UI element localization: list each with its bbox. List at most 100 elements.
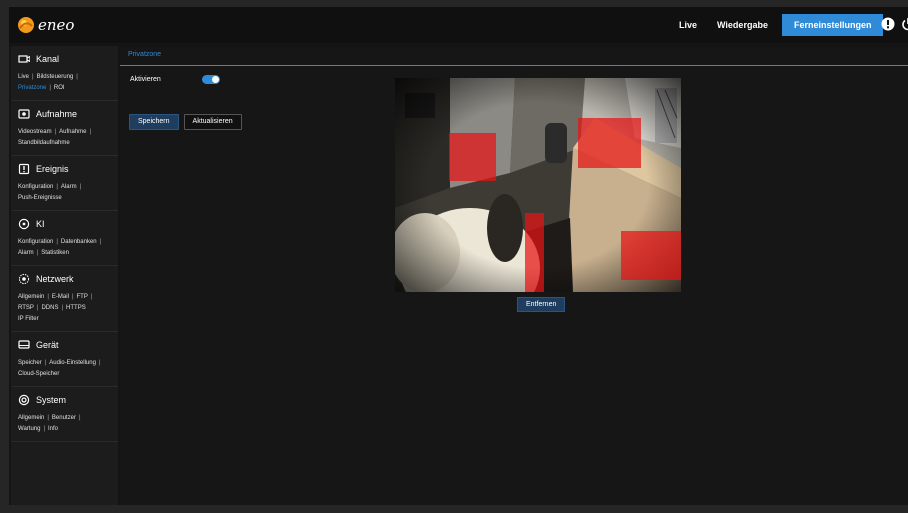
main-content: Privatzone Aktivieren Speichern Aktualis… (120, 47, 908, 505)
sidebar-link-row: Live | Bildsteuerung | (18, 72, 113, 83)
link-separator: | (56, 239, 58, 245)
sidebar-section-title: System (36, 394, 67, 405)
sidebar-link-row: Wartung | Info (18, 424, 113, 435)
sidebar-link-row: Allgemein | Benutzer | (18, 413, 113, 424)
main-navigation: Live Wiedergabe Ferneinstellungen (669, 7, 884, 43)
sidebar-links: Speicher | Audio-Einstellung | Cloud-Speiche… (18, 358, 113, 380)
remove-button[interactable]: Entfernen (517, 297, 566, 312)
sidebar-link-videostream[interactable]: Videostream (18, 129, 52, 135)
sidebar-link-push-ereignisse[interactable]: Push-Ereignisse (18, 195, 62, 201)
sidebar-section-device: Gerät Speicher | Audio-Einstellung | Cloud-Sp… (11, 332, 118, 387)
sidebar-links: Konfiguration | Alarm | Push-Ereignisse (18, 182, 113, 204)
link-separator: | (61, 305, 64, 311)
refresh-button[interactable]: Aktualisieren (183, 114, 242, 130)
camera-icon (18, 54, 30, 63)
sidebar-link-konfiguration[interactable]: Konfiguration (18, 239, 53, 245)
sidebar-link-standbildaufnahme[interactable]: Standbildaufnahme (18, 140, 70, 146)
sidebar-link-row: Cloud-Speicher (18, 369, 113, 380)
sidebar-link-row: Allgemein | E-Mail | FTP | (18, 292, 113, 303)
ai-icon (18, 218, 30, 229)
sidebar-section-ai: KI Konfiguration | Datenbanken | Alarm | Statis… (11, 211, 118, 266)
enable-toggle[interactable] (202, 75, 220, 84)
power-icon[interactable] (901, 17, 908, 31)
brand-logo[interactable]: eneo (17, 13, 74, 37)
sidebar-link-row: Konfiguration | Alarm | (18, 182, 113, 193)
eneo-logo-icon (18, 17, 34, 33)
sidebar-section-header[interactable]: Aufnahme (18, 105, 113, 122)
save-button[interactable]: Speichern (129, 114, 179, 130)
sidebar-link-audio-einstellung[interactable]: Audio-Einstellung (49, 360, 96, 366)
sidebar-link-allgemein[interactable]: Allgemein (18, 294, 44, 300)
tab-bar: Privatzone (120, 47, 908, 66)
sidebar-link-row: Videostream | Aufnahme | (18, 127, 113, 138)
sidebar-link-allgemein[interactable]: Allgemein (18, 415, 44, 421)
top-icons (881, 17, 908, 31)
sidebar-section-title: Aufnahme (36, 108, 78, 119)
sidebar-link-info[interactable]: Info (48, 426, 58, 432)
sidebar-link-ip-filter[interactable]: IP Filter (18, 316, 39, 322)
action-buttons: Speichern Aktualisieren (129, 114, 242, 130)
sidebar-link-live[interactable]: Live (18, 74, 29, 80)
link-separator: | (32, 74, 34, 80)
privacy-zone-mask[interactable] (578, 118, 641, 168)
enable-row: Aktivieren (130, 75, 220, 84)
sidebar-links: Allgemein | Benutzer | Wartung | Info (18, 413, 113, 435)
sidebar-link-rtsp[interactable]: RTSP (18, 305, 34, 311)
link-separator: | (99, 239, 102, 245)
link-separator: | (71, 294, 74, 300)
sidebar-link-privatzone[interactable]: Privatzone (18, 85, 46, 91)
sidebar-link-konfiguration[interactable]: Konfiguration (18, 184, 53, 190)
top-bar: eneo Live Wiedergabe Ferneinstellungen (9, 7, 908, 43)
sidebar-link-ddns[interactable]: DDNS (41, 305, 58, 311)
sidebar-link-row: Konfiguration | Datenbanken | (18, 237, 113, 248)
sidebar-section-header[interactable]: Ereignis (18, 160, 113, 177)
privacy-zone-mask[interactable] (525, 213, 544, 292)
sidebar-link-ftp[interactable]: FTP (77, 294, 88, 300)
sidebar-link-datenbanken[interactable]: Datenbanken (61, 239, 97, 245)
link-separator: | (47, 415, 49, 421)
link-separator: | (98, 360, 101, 366)
nav-playback[interactable]: Wiedergabe (707, 14, 778, 36)
sidebar-section-event: Ereignis Konfiguration | Alarm | Push-Ereigni… (11, 156, 118, 211)
sidebar-link-alarm[interactable]: Alarm (61, 184, 77, 190)
nav-remote-settings[interactable]: Ferneinstellungen (781, 14, 884, 36)
sidebar-link-e-mail[interactable]: E-Mail (52, 294, 69, 300)
link-separator: | (89, 129, 92, 135)
settings-sidebar: Kanal Live | Bildsteuerung | Privatzone | ROI Au… (11, 46, 118, 505)
sidebar-link-row: IP Filter (18, 314, 113, 325)
sidebar-link-statistiken[interactable]: Statistiken (41, 250, 69, 256)
sidebar-link-https[interactable]: HTTPS (66, 305, 86, 311)
sidebar-link-roi[interactable]: ROI (54, 85, 65, 91)
sidebar-section-camera: Kanal Live | Bildsteuerung | Privatzone | ROI (11, 46, 118, 101)
sidebar-link-row: Privatzone | ROI (18, 83, 113, 94)
nav-live[interactable]: Live (669, 14, 707, 36)
sidebar-links: Konfiguration | Datenbanken | Alarm | Statisti… (18, 237, 113, 259)
sidebar-section-system: System Allgemein | Benutzer | Wartung | Info (11, 387, 118, 442)
sidebar-section-header[interactable]: KI (18, 215, 113, 232)
sidebar-section-title: Gerät (36, 339, 59, 350)
sidebar-links: Videostream | Aufnahme | Standbildaufnahme (18, 127, 113, 149)
link-separator: | (90, 294, 93, 300)
sidebar-link-bildsteuerung[interactable]: Bildsteuerung (37, 74, 74, 80)
sidebar-link-speicher[interactable]: Speicher (18, 360, 42, 366)
sidebar-section-header[interactable]: Kanal (18, 50, 113, 67)
sidebar-section-header[interactable]: System (18, 391, 113, 408)
system-icon (18, 394, 30, 405)
sidebar-link-benutzer[interactable]: Benutzer (52, 415, 76, 421)
tab-privacy-zone[interactable]: Privatzone (128, 51, 161, 58)
link-separator: | (79, 184, 82, 190)
alert-icon[interactable] (881, 17, 895, 31)
sidebar-section-title: Kanal (36, 53, 60, 64)
brand-name: eneo (38, 16, 75, 34)
enable-label: Aktivieren (130, 76, 161, 83)
sidebar-link-wartung[interactable]: Wartung (18, 426, 40, 432)
privacy-zone-mask[interactable] (449, 133, 496, 181)
sidebar-section-header[interactable]: Netzwerk (18, 270, 113, 287)
sidebar-link-aufnahme[interactable]: Aufnahme (59, 129, 86, 135)
privacy-zone-mask[interactable] (621, 231, 681, 280)
sidebar-link-cloud-speicher[interactable]: Cloud-Speicher (18, 371, 59, 377)
link-separator: | (78, 415, 81, 421)
sidebar-section-header[interactable]: Gerät (18, 336, 113, 353)
camera-preview[interactable] (395, 78, 681, 292)
sidebar-link-alarm[interactable]: Alarm (18, 250, 34, 256)
